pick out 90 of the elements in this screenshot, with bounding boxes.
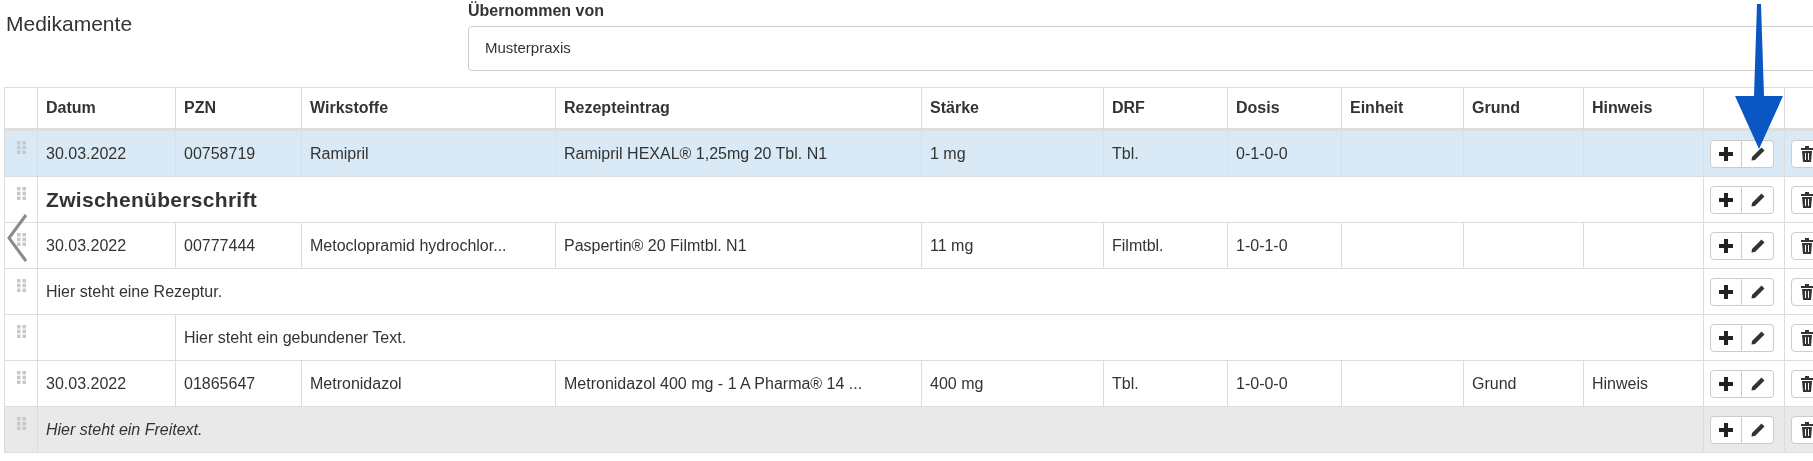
table-cell: 1-0-0-0 <box>1236 374 1288 392</box>
pencil-icon <box>1750 146 1765 161</box>
delete-button[interactable] <box>1791 415 1813 444</box>
subheading: Zwischenüberschrift <box>46 187 258 211</box>
table-cell: 400 mg <box>930 374 984 392</box>
column-header: Einheit <box>1350 99 1404 116</box>
trash-icon <box>1800 283 1813 300</box>
edit-button[interactable] <box>1742 185 1774 214</box>
trash-icon <box>1800 421 1813 438</box>
column-header: PZN <box>184 99 216 116</box>
field-label: Übernommen von <box>468 2 605 20</box>
edit-button[interactable] <box>1742 139 1774 168</box>
add-button[interactable] <box>1710 185 1742 214</box>
free-text: Hier steht ein Freitext. <box>46 420 203 438</box>
trash-icon <box>1800 237 1813 254</box>
trash-icon <box>1800 329 1813 346</box>
table-cell: Metronidazol <box>310 374 402 392</box>
table-cell: Filmtbl. <box>1112 236 1164 254</box>
add-button[interactable] <box>1710 415 1742 444</box>
recipe-text: Hier steht eine Rezeptur. <box>46 282 223 300</box>
drag-handle-icon[interactable] <box>16 279 26 292</box>
pencil-icon <box>1750 376 1765 391</box>
table-cell: 30.03.2022 <box>46 236 127 254</box>
column-header: Rezepteintrag <box>564 99 670 116</box>
table-cell: 30.03.2022 <box>46 374 127 392</box>
pencil-icon <box>1750 330 1765 345</box>
table-cell: Paspertin® 20 Filmtbl. N1 <box>564 236 747 254</box>
table-cell: Grund <box>1472 374 1517 392</box>
drag-handle-icon[interactable] <box>16 371 26 384</box>
delete-button[interactable] <box>1791 139 1813 168</box>
edit-button[interactable] <box>1742 231 1774 260</box>
section-title: Medikamente <box>5 11 134 37</box>
delete-button[interactable] <box>1791 231 1813 260</box>
table-cell: Metoclopramid hydrochlor... <box>310 236 507 254</box>
bound-text: Hier steht ein gebundener Text. <box>184 328 407 346</box>
column-header: Stärke <box>930 99 979 116</box>
table-cell: Hinweis <box>1592 374 1648 392</box>
table-cell: Metronidazol 400 mg - 1 A Pharma® 14 ... <box>564 374 863 392</box>
edit-button[interactable] <box>1742 323 1774 352</box>
pencil-icon <box>1750 284 1765 299</box>
delete-button[interactable] <box>1791 323 1813 352</box>
table-cell: 30.03.2022 <box>46 144 127 162</box>
delete-button[interactable] <box>1791 369 1813 398</box>
table-cell: Tbl. <box>1112 374 1139 392</box>
add-button[interactable] <box>1710 323 1742 352</box>
drag-handle-icon[interactable] <box>16 233 26 246</box>
drag-handle-icon[interactable] <box>16 187 26 200</box>
table-cell: 11 mg <box>930 236 974 254</box>
table-cell: Tbl. <box>1112 144 1139 162</box>
drag-handle-icon[interactable] <box>16 325 26 338</box>
source-field[interactable]: Musterpraxis <box>468 26 1813 71</box>
table-cell: 00758719 <box>184 144 256 162</box>
column-header: Hinweis <box>1592 99 1653 116</box>
trash-icon <box>1800 191 1813 208</box>
plus-icon <box>1719 330 1733 345</box>
drag-handle-icon[interactable] <box>16 141 26 154</box>
plus-icon <box>1719 422 1733 437</box>
plus-icon <box>1719 376 1733 391</box>
delete-button[interactable] <box>1791 277 1813 306</box>
column-header: Grund <box>1472 99 1520 116</box>
column-header: Datum <box>46 99 96 116</box>
add-button[interactable] <box>1710 369 1742 398</box>
pencil-icon <box>1750 192 1765 207</box>
plus-icon <box>1719 238 1733 253</box>
column-header: Wirkstoffe <box>310 99 389 116</box>
table-cell: 00777444 <box>184 236 256 254</box>
table-cell: 0-1-0-0 <box>1236 144 1288 162</box>
column-header: Dosis <box>1236 99 1280 116</box>
plus-icon <box>1719 146 1733 161</box>
add-button[interactable] <box>1710 139 1742 168</box>
add-button[interactable] <box>1710 231 1742 260</box>
column-header: DRF <box>1112 99 1145 116</box>
edit-button[interactable] <box>1742 277 1774 306</box>
table-cell: 1-0-1-0 <box>1236 236 1288 254</box>
edit-button[interactable] <box>1742 369 1774 398</box>
pencil-icon <box>1750 238 1765 253</box>
drag-handle-icon[interactable] <box>16 417 26 430</box>
table-cell: Ramipril HEXAL® 1,25mg 20 Tbl. N1 <box>564 144 828 162</box>
chevron-left-icon[interactable] <box>6 213 28 263</box>
edit-button[interactable] <box>1742 415 1774 444</box>
trash-icon <box>1800 375 1813 392</box>
table-cell: 01865647 <box>184 374 256 392</box>
delete-button[interactable] <box>1791 185 1813 214</box>
pencil-icon <box>1750 422 1765 437</box>
table-cell: Ramipril <box>310 144 369 162</box>
plus-icon <box>1719 284 1733 299</box>
trash-icon <box>1800 145 1813 162</box>
add-button[interactable] <box>1710 277 1742 306</box>
table-cell: 1 mg <box>930 144 966 162</box>
plus-icon <box>1719 192 1733 207</box>
